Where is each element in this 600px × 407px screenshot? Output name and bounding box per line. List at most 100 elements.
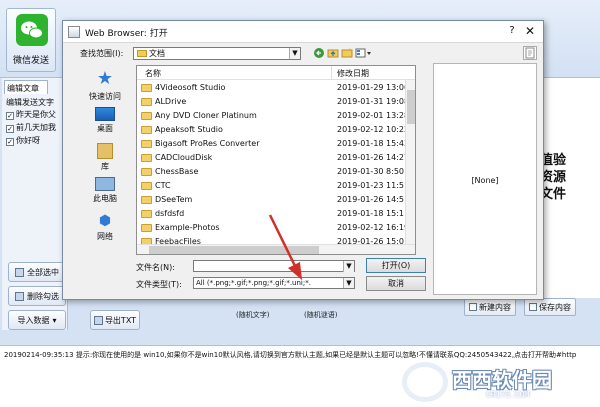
new-folder-icon[interactable] — [341, 47, 353, 59]
file-date: 2019-01-29 13:06 — [337, 83, 410, 92]
check-item[interactable]: ✓ 你好呀 — [6, 135, 40, 146]
folder-icon — [141, 112, 152, 120]
filename-label: 文件名(N): — [136, 263, 175, 272]
status-text: 20190214-09:35:13 提示:你现在使用的是 win10,如果你不是… — [4, 351, 577, 359]
chevron-down-icon[interactable]: ▼ — [343, 261, 354, 272]
folder-icon — [141, 196, 152, 204]
checkbox-checked-icon[interactable]: ✓ — [6, 125, 14, 133]
wechat-send-label: 微信发送 — [12, 56, 49, 66]
save-content-button[interactable]: 保存内容 — [524, 298, 576, 316]
folder-icon — [141, 140, 152, 148]
folder-icon — [141, 182, 152, 190]
tab-edit-article[interactable]: 编辑文章 — [4, 80, 48, 94]
chevron-down-icon[interactable]: ▼ — [289, 48, 300, 59]
new-content-icon — [469, 303, 477, 311]
file-name: dsfdsfd — [155, 209, 185, 218]
file-name: Apeaksoft Studio — [155, 125, 223, 134]
folder-icon — [141, 210, 152, 218]
watermark-subtext: CR173.COM — [486, 390, 530, 399]
export-icon — [93, 315, 103, 325]
column-name[interactable]: 名称 — [145, 68, 161, 79]
new-content-button[interactable]: 新建内容 — [464, 298, 516, 316]
folder-icon — [141, 126, 152, 134]
help-button[interactable]: ? — [505, 25, 519, 39]
file-name: Any DVD Cloner Platinum — [155, 111, 257, 120]
preview-pane: [None] — [433, 63, 537, 295]
right-content-text: 值验 资源 文件 — [540, 153, 567, 202]
delete-selected-button[interactable]: 删除勾选 — [8, 286, 66, 306]
file-date: 2019-01-18 15:1 — [337, 209, 404, 218]
save-icon — [529, 303, 537, 311]
cancel-button[interactable]: 取消 — [366, 276, 426, 291]
left-panel: 编辑文章 编辑发送文字 ✓ 昨天是你父 ✓ 前几天加我 ✓ 你好呀 全部选中 删除勾选… — [2, 78, 68, 330]
lookin-label: 查找范围(I): — [80, 49, 124, 58]
column-divider[interactable] — [331, 66, 332, 80]
star-icon: ★ — [96, 68, 114, 89]
lookin-dropdown[interactable]: 文档 ▼ — [133, 47, 301, 60]
file-row[interactable]: ChessBase 2019-01-30 8:50 — [137, 165, 407, 179]
scroll-thumb[interactable] — [407, 90, 415, 124]
select-all-icon — [15, 267, 24, 277]
file-row[interactable]: DSeeTem 2019-01-26 14:5 — [137, 193, 407, 207]
file-row[interactable]: CADCloudDisk 2019-01-26 14:27 — [137, 151, 410, 165]
back-icon[interactable] — [313, 47, 325, 59]
file-list-header: 名称 修改日期 — [137, 66, 415, 80]
check-item[interactable]: ✓ 前几天加我 — [6, 122, 56, 133]
network-icon: ⬢ — [98, 213, 112, 229]
close-button[interactable]: ✕ — [523, 24, 537, 38]
file-date: 2019-02-12 16:19 — [337, 223, 410, 232]
file-name: ALDrive — [155, 97, 187, 106]
app-icon — [68, 26, 80, 38]
file-name: DSeeTem — [155, 195, 193, 204]
place-this-pc[interactable]: 此电脑 — [79, 177, 131, 204]
file-row[interactable]: 4Videosoft Studio 2019-01-29 13:06 — [137, 81, 410, 95]
file-date: 2019-01-26 14:27 — [337, 153, 410, 162]
file-row[interactable]: Any DVD Cloner Platinum 2019-02-01 13:28 — [137, 109, 410, 123]
left-panel-title: 编辑发送文字 — [6, 98, 54, 107]
file-name: Bigasoft ProRes Converter — [155, 139, 260, 148]
folder-icon — [137, 50, 147, 57]
desktop-icon — [95, 107, 115, 121]
file-name: ChessBase — [155, 167, 199, 176]
place-quick-access[interactable]: ★ 快速访问 — [79, 69, 131, 102]
select-all-button[interactable]: 全部选中 — [8, 262, 66, 282]
watermark-logo-icon — [402, 362, 448, 402]
checkbox-checked-icon[interactable]: ✓ — [6, 138, 14, 146]
vertical-scrollbar[interactable] — [405, 80, 415, 244]
place-library[interactable]: 库 — [79, 143, 131, 172]
place-desktop[interactable]: 桌面 — [79, 107, 131, 134]
column-date[interactable]: 修改日期 — [337, 68, 369, 79]
random-text-hint: (随机文字) — [236, 311, 270, 319]
file-date: 2019-01-18 15:43 — [337, 139, 410, 148]
places-bar: ★ 快速访问 桌面 库 此电脑 ⬢ 网络 — [79, 65, 131, 265]
place-network[interactable]: ⬢ 网络 — [79, 213, 131, 242]
file-name: 4Videosoft Studio — [155, 83, 226, 92]
random-riddle-hint: (随机谜语) — [304, 311, 338, 319]
file-date: 2019-01-26 14:5 — [337, 195, 404, 204]
chevron-down-icon[interactable]: ▼ — [343, 278, 354, 288]
file-row[interactable]: ALDrive 2019-01-31 19:08 — [137, 95, 410, 109]
watermark-text: 西西软件园 — [452, 368, 552, 392]
view-menu-icon[interactable] — [355, 47, 373, 59]
dialog-titlebar[interactable]: Web Browser: 打开 ? ✕ — [63, 21, 543, 43]
file-date: 2019-01-23 11:5 — [337, 181, 404, 190]
check-item[interactable]: ✓ 昨天是你父 — [6, 109, 56, 120]
file-row[interactable]: CTC 2019-01-23 11:5 — [137, 179, 407, 193]
wechat-send-button[interactable]: 微信发送 — [6, 8, 56, 72]
file-name: CTC — [155, 181, 171, 190]
open-button[interactable]: 打开(O) — [366, 258, 426, 273]
folder-icon — [141, 154, 152, 162]
up-folder-icon[interactable] — [327, 47, 339, 59]
file-date: 2019-01-31 19:08 — [337, 97, 410, 106]
preview-toggle-icon[interactable] — [523, 46, 537, 60]
watermark: 西西软件园 CR173.COM — [400, 360, 600, 407]
import-data-button[interactable]: 导入数据 ▾ — [8, 310, 66, 330]
checkbox-checked-icon[interactable]: ✓ — [6, 112, 14, 120]
folder-icon — [141, 168, 152, 176]
export-txt-button[interactable]: 导出TXT — [90, 310, 140, 330]
folder-icon — [141, 98, 152, 106]
file-row[interactable]: Apeaksoft Studio 2019-02-12 10:22 — [137, 123, 409, 137]
annotation-arrow-icon — [268, 214, 302, 280]
file-row[interactable]: Bigasoft ProRes Converter 2019-01-18 15:4… — [137, 137, 410, 151]
file-date: 2019-02-01 13:28 — [337, 111, 410, 120]
